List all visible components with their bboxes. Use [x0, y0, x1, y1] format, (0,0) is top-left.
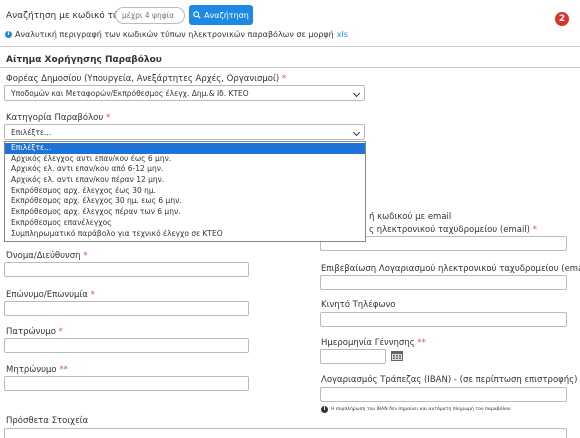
email-code-text: ή κωδικού με email: [369, 212, 452, 222]
birth-label: Ημερομηνία Γέννησης **: [321, 338, 426, 348]
extra-label: Πρόσθετα Στοιχεία: [6, 416, 89, 426]
search-button[interactable]: Αναζήτηση: [189, 5, 253, 25]
mobile-label: Κινητό Τηλέφωνο: [321, 300, 396, 310]
agency-label: Φορέας Δημοσίου (Υπουργεία, Ανεξάρτητες …: [6, 74, 287, 84]
chevron-down-icon: [352, 89, 361, 98]
chevron-down-icon: [352, 128, 361, 137]
search-icon: [193, 11, 201, 19]
category-dropdown[interactable]: Επιλέξτε... Αρχικός έλεγχος αντι επαν/κο…: [4, 141, 366, 242]
xls-link[interactable]: xls: [337, 30, 348, 39]
dropdown-option[interactable]: Εκπρόθεσμος αρχ. έλεγχος έως 30 ημ.: [5, 186, 365, 197]
name-label: Όνομα/Διεύθυνση *: [6, 251, 88, 261]
surname-input[interactable]: [4, 301, 249, 316]
birth-date-input[interactable]: [320, 349, 386, 364]
mother-input[interactable]: [4, 376, 249, 391]
info-icon: i: [321, 406, 328, 413]
info-icon: i: [5, 31, 12, 38]
agency-select-value: Υποδομών και Μεταφορών/Εκπρόθεσμος έλεγχ…: [11, 89, 249, 98]
iban-note: i Η συμπλήρωση του IBAN δεν σημαίνει και…: [321, 406, 511, 413]
info-row: i Αναλυτική περιγραφή των κωδικών τύπων …: [5, 30, 348, 39]
notification-badge[interactable]: 2: [555, 12, 569, 26]
dropdown-option[interactable]: Αρχικός ελ. αντι επαν/κου πέραν 12 μην.: [5, 175, 365, 186]
divider: [0, 67, 580, 68]
extra-textarea[interactable]: [4, 428, 567, 438]
dropdown-option[interactable]: Εκπρόθεσμος αρχ. έλεγχος πέραν των 6 μην…: [5, 207, 365, 218]
email-confirm-label: Επιβεβαίωση Λογαριασμού ηλεκτρονικού ταχ…: [321, 264, 580, 274]
iban-input[interactable]: [320, 387, 567, 402]
category-select[interactable]: Επιλέξτε...: [4, 124, 365, 140]
category-label: Κατηγορία Παραβόλου *: [6, 113, 111, 123]
iban-label: Λογαριασμός Τράπεζας (IBAN) - (σε περίπτ…: [321, 375, 578, 385]
divider: [0, 46, 580, 47]
dropdown-option[interactable]: Αρχικός ελ. αντι επαν/κου από 6-12 μην.: [5, 164, 365, 175]
dropdown-option[interactable]: Εκπρόθεσμος αρχ. έλεγχος 30 ημ. εως 6 μη…: [5, 196, 365, 207]
name-input[interactable]: [4, 262, 249, 277]
email-confirm-input[interactable]: [320, 275, 567, 290]
mobile-input[interactable]: [320, 312, 567, 327]
surname-label: Επώνυμο/Επωνυμία *: [6, 290, 95, 300]
dropdown-option[interactable]: Εκπρόθεσμος επανέλεγχος: [5, 218, 365, 229]
email-label: ς ηλεκτρονικού ταχυδρομείου (email) *: [369, 225, 537, 235]
category-select-value: Επιλέξτε...: [11, 128, 52, 137]
dropdown-option[interactable]: Επιλέξτε...: [5, 143, 365, 154]
dropdown-option[interactable]: Συμπληρωματικό παράβολο για τεχνικό έλεγ…: [5, 229, 365, 240]
dropdown-option[interactable]: Αρχικός έλεγχος αντι επαν/κου έως 6 μην.: [5, 154, 365, 165]
father-input[interactable]: [4, 338, 249, 353]
agency-select[interactable]: Υποδομών και Μεταφορών/Εκπρόθεσμος έλεγχ…: [4, 85, 365, 101]
calendar-icon[interactable]: [391, 350, 403, 361]
iban-note-text: Η συμπλήρωση του IBAN δεν σημαίνει και α…: [331, 407, 511, 412]
mother-label: Μητρώνυμο **: [6, 365, 68, 375]
father-label: Πατρώνυμο *: [6, 327, 63, 337]
search-button-label: Αναζήτηση: [204, 10, 249, 20]
search-code-input[interactable]: [115, 7, 185, 24]
info-text: Αναλυτική περιγραφή των κωδικών τύπων ηλ…: [15, 30, 334, 39]
section-title: Αίτημα Χορήγησης Παραβόλου: [6, 55, 162, 65]
